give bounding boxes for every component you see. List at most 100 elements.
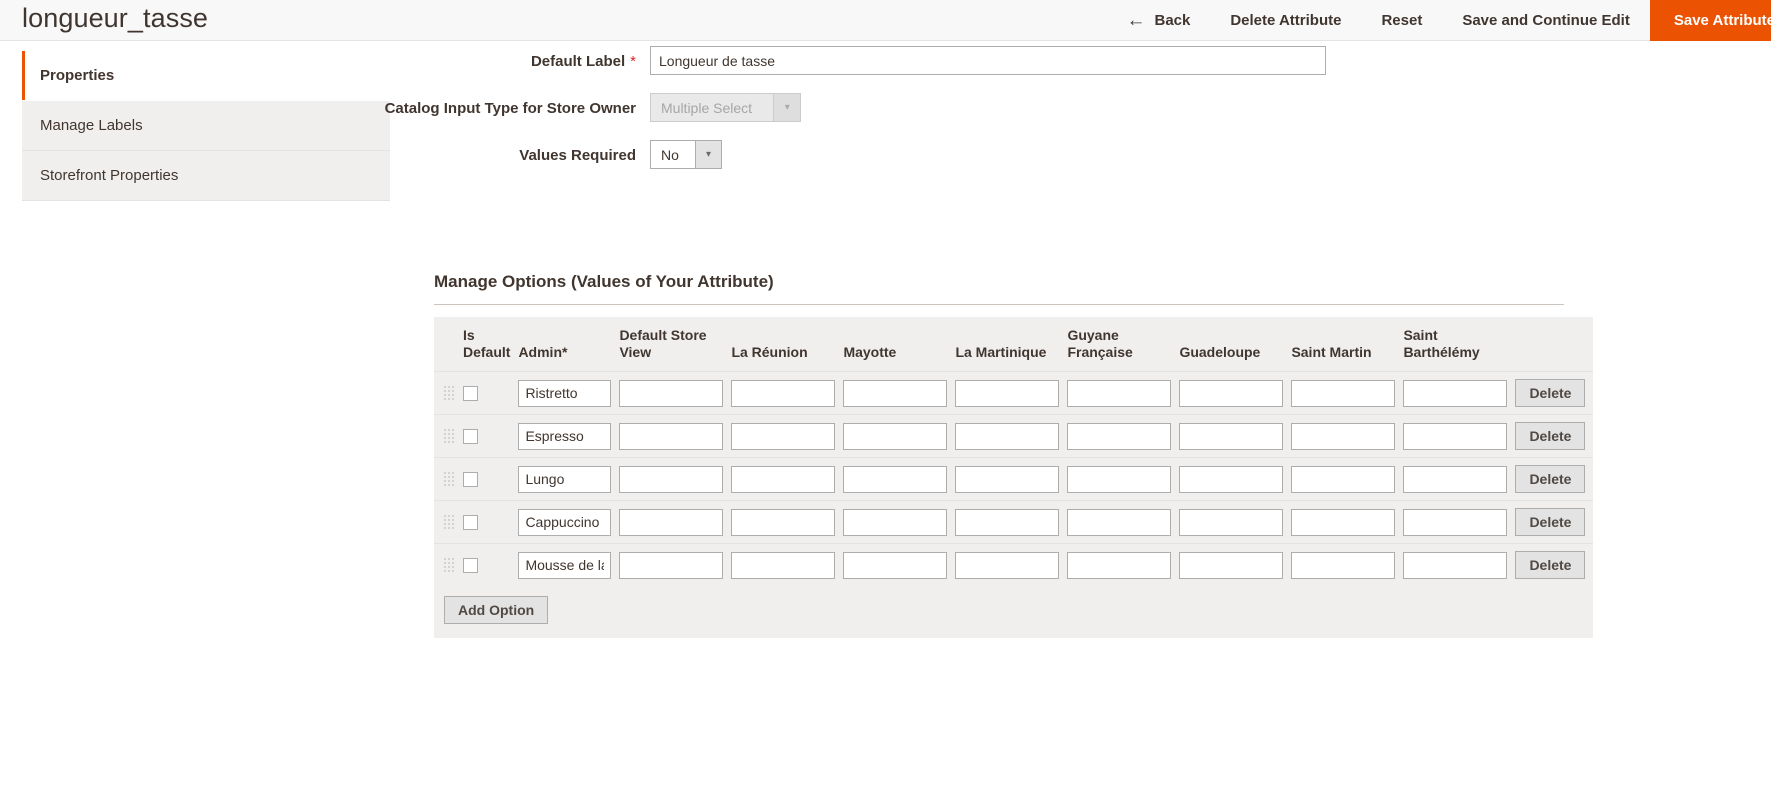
is-default-cell bbox=[463, 543, 519, 586]
saint-martin-input[interactable] bbox=[1291, 422, 1396, 450]
guyane-francaise-input[interactable] bbox=[1067, 422, 1172, 450]
admin-cell bbox=[518, 457, 620, 501]
is-default-checkbox[interactable] bbox=[463, 385, 478, 401]
add-option-row: Add Option bbox=[434, 586, 1594, 638]
admin-value-input[interactable] bbox=[518, 551, 612, 579]
admin-cell bbox=[518, 371, 620, 415]
arrow-left-icon: ← bbox=[1126, 10, 1146, 31]
column-admin: Admin* bbox=[518, 317, 620, 372]
guadeloupe-input[interactable] bbox=[1179, 379, 1284, 407]
delete-cell: Delete bbox=[1515, 371, 1594, 415]
la-reunion-input[interactable] bbox=[731, 465, 836, 493]
save-attribute-button[interactable]: Save Attribute bbox=[1649, 0, 1771, 41]
guadeloupe-cell bbox=[1179, 371, 1292, 415]
guyane-francaise-input[interactable] bbox=[1067, 379, 1172, 407]
delete-option-button[interactable]: Delete bbox=[1515, 551, 1586, 579]
saint-barthelemy-input[interactable] bbox=[1403, 551, 1508, 579]
la-martinique-input[interactable] bbox=[955, 379, 1060, 407]
save-and-continue-edit-button[interactable]: Save and Continue Edit bbox=[1442, 0, 1650, 41]
saint-martin-input[interactable] bbox=[1291, 508, 1396, 536]
required-asterisk: * bbox=[562, 344, 568, 360]
delete-cell: Delete bbox=[1515, 500, 1594, 544]
saint-barthelemy-input[interactable] bbox=[1403, 465, 1508, 493]
la-reunion-input[interactable] bbox=[731, 379, 836, 407]
guadeloupe-input[interactable] bbox=[1179, 551, 1284, 579]
la-martinique-input[interactable] bbox=[955, 508, 1060, 536]
guadeloupe-cell bbox=[1179, 457, 1292, 501]
drag-handle-icon[interactable] bbox=[444, 385, 455, 401]
drag-handle-icon[interactable] bbox=[444, 557, 455, 573]
admin-value-input[interactable] bbox=[518, 422, 612, 450]
la-martinique-input[interactable] bbox=[955, 422, 1060, 450]
default-store-view-input[interactable] bbox=[619, 379, 724, 407]
la-reunion-input[interactable] bbox=[731, 508, 836, 536]
drag-handle-icon[interactable] bbox=[444, 471, 455, 487]
default-label-control bbox=[650, 46, 1326, 75]
guadeloupe-cell bbox=[1179, 500, 1292, 544]
saint-barthelemy-cell bbox=[1403, 543, 1516, 586]
drag-handle-icon[interactable] bbox=[444, 428, 455, 444]
saint-martin-input[interactable] bbox=[1291, 465, 1396, 493]
default-store-view-input[interactable] bbox=[619, 465, 724, 493]
admin-cell bbox=[518, 500, 620, 544]
delete-attribute-button[interactable]: Delete Attribute bbox=[1210, 0, 1361, 41]
reset-button[interactable]: Reset bbox=[1361, 0, 1442, 41]
drag-handle-icon[interactable] bbox=[444, 514, 455, 530]
mayotte-input[interactable] bbox=[843, 551, 948, 579]
admin-value-input[interactable] bbox=[518, 465, 612, 493]
default-store-view-cell bbox=[619, 457, 732, 501]
mayotte-input[interactable] bbox=[843, 422, 948, 450]
default-label-input[interactable] bbox=[650, 46, 1326, 75]
saint-barthelemy-input[interactable] bbox=[1403, 379, 1508, 407]
values-required-select[interactable]: No ▾ bbox=[650, 140, 722, 169]
saint-martin-input[interactable] bbox=[1291, 379, 1396, 407]
save-attribute-button-label: Save Attribute bbox=[1673, 12, 1771, 29]
saint-barthelemy-input[interactable] bbox=[1403, 422, 1508, 450]
guyane-francaise-input[interactable] bbox=[1067, 551, 1172, 579]
column-saint-martin: Saint Martin bbox=[1291, 317, 1404, 372]
add-option-button[interactable]: Add Option bbox=[444, 596, 549, 624]
mayotte-input[interactable] bbox=[843, 508, 948, 536]
default-label-label: Default Label * bbox=[0, 46, 650, 72]
is-default-cell bbox=[463, 371, 519, 415]
column-guadeloupe: Guadeloupe bbox=[1179, 317, 1292, 372]
column-la-martinique: La Martinique bbox=[955, 317, 1068, 372]
guadeloupe-input[interactable] bbox=[1179, 422, 1284, 450]
la-reunion-cell bbox=[731, 371, 844, 415]
is-default-checkbox[interactable] bbox=[463, 471, 478, 487]
is-default-checkbox[interactable] bbox=[463, 428, 478, 444]
mayotte-input[interactable] bbox=[843, 465, 948, 493]
default-store-view-input[interactable] bbox=[619, 551, 724, 579]
table-row: Delete bbox=[434, 457, 1594, 501]
mayotte-cell bbox=[843, 457, 956, 501]
mayotte-input[interactable] bbox=[843, 379, 948, 407]
guadeloupe-input[interactable] bbox=[1179, 465, 1284, 493]
saint-barthelemy-cell bbox=[1403, 371, 1516, 415]
delete-option-button[interactable]: Delete bbox=[1515, 379, 1586, 407]
required-asterisk: * bbox=[630, 53, 636, 70]
guyane-francaise-input[interactable] bbox=[1067, 508, 1172, 536]
saint-martin-cell bbox=[1291, 371, 1404, 415]
admin-value-input[interactable] bbox=[518, 508, 612, 536]
la-martinique-input[interactable] bbox=[955, 551, 1060, 579]
guyane-francaise-input[interactable] bbox=[1067, 465, 1172, 493]
column-admin-label: Admin bbox=[518, 344, 562, 360]
is-default-checkbox[interactable] bbox=[463, 514, 478, 530]
admin-cell bbox=[518, 543, 620, 586]
la-reunion-input[interactable] bbox=[731, 422, 836, 450]
saint-martin-input[interactable] bbox=[1291, 551, 1396, 579]
delete-option-button[interactable]: Delete bbox=[1515, 422, 1586, 450]
guadeloupe-input[interactable] bbox=[1179, 508, 1284, 536]
back-button[interactable]: ← Back bbox=[1106, 0, 1210, 41]
default-store-view-input[interactable] bbox=[619, 508, 724, 536]
saint-barthelemy-input[interactable] bbox=[1403, 508, 1508, 536]
la-reunion-input[interactable] bbox=[731, 551, 836, 579]
delete-option-button[interactable]: Delete bbox=[1515, 465, 1586, 493]
delete-option-button[interactable]: Delete bbox=[1515, 508, 1586, 536]
default-store-view-input[interactable] bbox=[619, 422, 724, 450]
is-default-checkbox[interactable] bbox=[463, 557, 478, 573]
attribute-properties-form: Default Label* Catalog Input Type for St… bbox=[0, 46, 1771, 187]
saint-martin-cell bbox=[1291, 543, 1404, 586]
la-martinique-input[interactable] bbox=[955, 465, 1060, 493]
admin-value-input[interactable] bbox=[518, 379, 612, 407]
